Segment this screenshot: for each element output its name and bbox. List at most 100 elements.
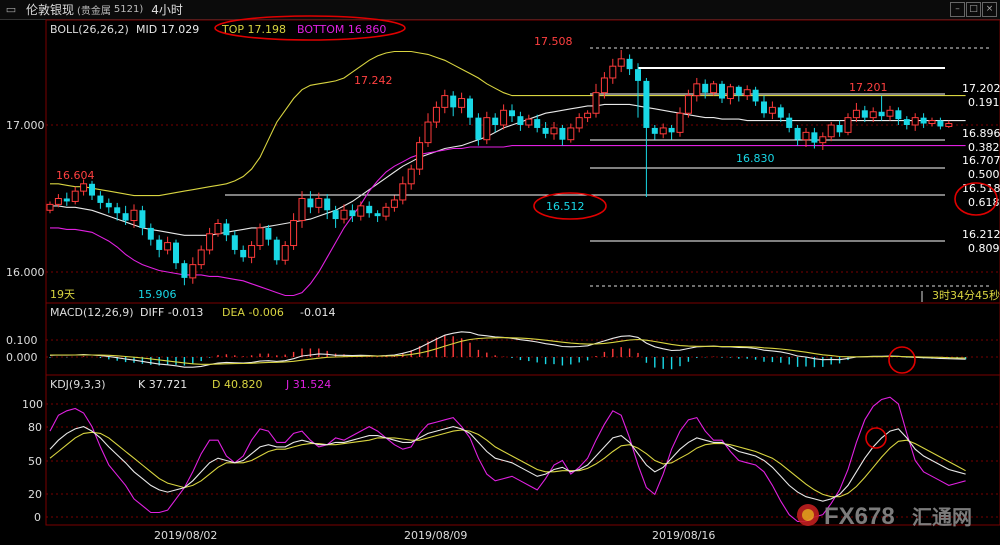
macd-tick-0100: 0.100 xyxy=(6,334,38,347)
candle-body-102 xyxy=(903,119,910,125)
kdj-tick-100: 100 xyxy=(22,398,43,411)
x-tick-0809: 2019/08/09 xyxy=(404,529,467,542)
kdj-k-line xyxy=(49,426,966,502)
boll-mid-line xyxy=(50,103,966,236)
candle-body-30 xyxy=(298,198,306,222)
label-16512: 16.512 xyxy=(546,200,585,213)
candle-body-0 xyxy=(46,203,54,211)
candle-body-104 xyxy=(920,117,927,124)
candle-body-59 xyxy=(542,127,549,134)
candle-body-78 xyxy=(702,83,709,93)
x-tick-0816: 2019/08/16 xyxy=(652,529,715,542)
macd-diff-line xyxy=(49,331,966,368)
kdj-tick-0: 0 xyxy=(34,511,41,524)
candle-body-65 xyxy=(592,92,600,114)
candle-body-54 xyxy=(500,109,508,126)
candle-body-31 xyxy=(307,198,314,208)
label-high-17508: 17.508 xyxy=(534,35,573,48)
macd-tick-0000: 0.000 xyxy=(6,351,38,364)
candle-body-29 xyxy=(290,220,298,247)
candle-body-27 xyxy=(273,239,280,261)
candle-body-62 xyxy=(567,127,575,141)
boll-top-line xyxy=(50,50,966,197)
candle-body-13 xyxy=(156,239,163,250)
candle-body-34 xyxy=(332,210,339,220)
candle-body-8 xyxy=(114,207,121,214)
macd-legend-diff: DIFF -0.013 xyxy=(140,306,203,319)
candle-body-77 xyxy=(693,83,701,97)
candle-body-73 xyxy=(659,127,667,135)
candle-body-16 xyxy=(181,263,188,278)
candle-body-15 xyxy=(173,242,179,264)
candle-body-82 xyxy=(735,86,742,96)
candle-body-58 xyxy=(534,119,541,128)
candle-body-105 xyxy=(928,120,936,125)
candle-body-51 xyxy=(475,117,482,140)
candle-body-26 xyxy=(265,227,272,240)
fib-value-16896: 16.896 xyxy=(962,127,1000,140)
kdj-legend-j: J 31.524 xyxy=(285,378,331,391)
candle-body-92 xyxy=(819,136,827,144)
macd-highlight-circle xyxy=(888,346,916,374)
candle-body-32 xyxy=(315,198,323,208)
candle-body-24 xyxy=(248,245,256,258)
macd-dea-line xyxy=(50,337,966,365)
boll-legend-mid: MID 17.029 xyxy=(136,23,199,36)
candle-body-20 xyxy=(214,222,222,235)
candle-body-106 xyxy=(937,120,944,127)
candle-body-19 xyxy=(206,233,214,251)
candle-body-70 xyxy=(635,69,641,81)
candle-body-72 xyxy=(651,127,658,134)
label-16604: 16.604 xyxy=(56,169,95,182)
candle-body-7 xyxy=(105,202,112,208)
fib-value-16212: 16.212 xyxy=(962,228,1000,241)
candle-body-81 xyxy=(726,86,734,100)
label-16830: 16.830 xyxy=(736,152,775,165)
candle-body-89 xyxy=(794,127,801,140)
price-tick-17000: 17.000 xyxy=(6,119,45,132)
macd-pane xyxy=(49,331,967,370)
kdj-d-line xyxy=(49,429,966,498)
candle-body-40 xyxy=(382,206,390,217)
candle-body-67 xyxy=(609,65,617,79)
candle-body-12 xyxy=(147,227,154,240)
candle-body-56 xyxy=(517,116,524,125)
candle-body-41 xyxy=(390,199,398,208)
candle-body-98 xyxy=(869,111,877,119)
candle-body-101 xyxy=(895,110,902,120)
candle-body-107 xyxy=(945,123,953,127)
candle-body-49 xyxy=(458,98,466,108)
candle-body-52 xyxy=(483,117,491,141)
candle-body-60 xyxy=(550,127,558,135)
candle-body-1 xyxy=(54,198,62,205)
chart-canvas[interactable]: 17.000 16.000 0.100 0.000 100 80 50 20 0… xyxy=(0,0,1000,545)
countdown-label: 3时34分45秒 xyxy=(932,288,1000,302)
candle-body-46 xyxy=(432,106,440,123)
kdj-legend-k: K 37.721 xyxy=(138,378,187,391)
candle-body-43 xyxy=(407,168,415,185)
macd-legend-name: MACD(12,26,9) xyxy=(50,306,134,319)
candle-body-39 xyxy=(374,213,381,217)
kdj-legend-d: D 40.820 xyxy=(212,378,262,391)
candle-body-9 xyxy=(122,213,129,221)
candle-body-66 xyxy=(600,77,608,94)
candle-body-76 xyxy=(684,95,692,114)
candle-body-97 xyxy=(861,110,868,118)
candle-body-35 xyxy=(340,209,348,220)
x-tick-0802: 2019/08/02 xyxy=(154,529,217,542)
watermark-cn: 汇通网 xyxy=(912,505,972,529)
candle-body-75 xyxy=(676,112,684,133)
label-17242: 17.242 xyxy=(354,74,393,87)
candle-body-99 xyxy=(878,111,885,117)
boll-legend-bottom: BOTTOM 16.860 xyxy=(297,23,386,36)
candle-body-50 xyxy=(467,98,473,118)
candle-body-33 xyxy=(324,198,331,211)
candle-body-63 xyxy=(575,117,583,129)
boll-legend-name: BOLL(26,26,2) xyxy=(50,23,129,36)
candle-body-2 xyxy=(63,198,70,202)
candle-body-84 xyxy=(752,89,759,102)
candle-body-47 xyxy=(441,95,449,108)
candle-body-4 xyxy=(80,183,88,192)
price-tick-16000: 16.000 xyxy=(6,266,45,279)
kdj-tick-20: 20 xyxy=(28,488,42,501)
